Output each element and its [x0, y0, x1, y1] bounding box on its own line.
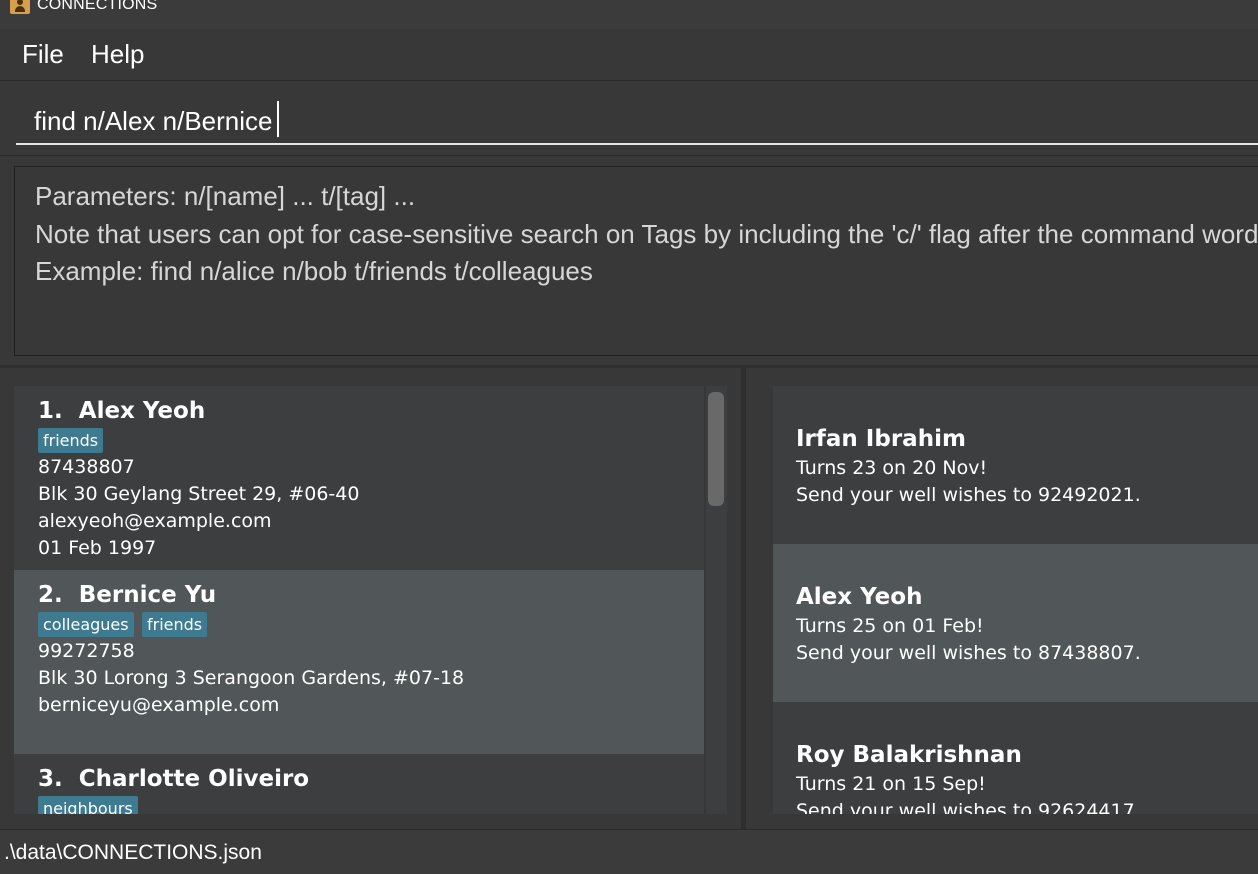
birthday-turns: Turns 21 on 15 Sep! [796, 773, 986, 795]
person-card[interactable]: 1. Alex Yeoh friends 87438807 Blk 30 Gey… [14, 386, 704, 570]
person-email: berniceyu@example.com [38, 694, 280, 716]
person-address: Blk 30 Geylang Street 29, #06-40 [38, 483, 360, 505]
menu-file[interactable]: File [22, 39, 64, 70]
birthday-turns: Turns 25 on 01 Feb! [796, 615, 984, 637]
birthday-name: Alex Yeoh [796, 584, 923, 610]
birthday-wish: Send your well wishes to 92624417. [796, 800, 1141, 814]
person-card[interactable]: 3. Charlotte Oliveiro neighbours [14, 754, 704, 814]
birthday-card[interactable]: Roy Balakrishnan Turns 21 on 15 Sep! Sen… [773, 702, 1258, 814]
person-address: Blk 30 Lorong 3 Serangoon Gardens, #07-1… [38, 667, 465, 689]
birthday-name: Roy Balakrishnan [796, 742, 1022, 768]
tag-badge: neighbours [38, 796, 138, 814]
person-phone: 99272758 [38, 640, 135, 662]
tag-badge: colleagues [38, 612, 134, 637]
contact-book-icon [10, 0, 30, 14]
command-box [0, 81, 1258, 156]
tag-badge: friends [142, 612, 208, 637]
result-line: Parameters: n/[name] ... t/[tag] ... [35, 181, 416, 211]
result-display: Parameters: n/[name] ... t/[tag] ... Not… [14, 166, 1258, 356]
status-bar: .\data\CONNECTIONS.json [0, 829, 1258, 874]
person-list[interactable]: 1. Alex Yeoh friends 87438807 Blk 30 Gey… [14, 386, 704, 814]
person-phone: 87438807 [38, 456, 135, 478]
birthday-wish: Send your well wishes to 87438807. [796, 642, 1141, 664]
result-line: Note that users can opt for case-sensiti… [35, 219, 1258, 249]
text-caret [277, 101, 279, 137]
birthday-reminder-list[interactable]: Irfan Ibrahim Turns 23 on 20 Nov! Send y… [773, 386, 1258, 814]
panel-separator [0, 365, 1258, 368]
person-card[interactable]: 2. Bernice Yu colleagues friends 9927275… [14, 570, 704, 754]
result-line: Example: find n/alice n/bob t/friends t/… [35, 256, 593, 286]
title-bar: CONNECTIONS [0, 0, 1258, 29]
birthday-card[interactable]: Alex Yeoh Turns 25 on 01 Feb! Send your … [773, 544, 1258, 702]
birthday-name: Irfan Ibrahim [796, 426, 966, 452]
birthday-card[interactable]: Irfan Ibrahim Turns 23 on 20 Nov! Send y… [773, 386, 1258, 544]
split-divider[interactable] [741, 368, 746, 830]
person-name: 2. Bernice Yu [38, 582, 217, 608]
window-title: CONNECTIONS [37, 0, 158, 13]
birthday-turns: Turns 23 on 20 Nov! [796, 457, 988, 479]
person-birthday: 01 Feb 1997 [38, 537, 157, 559]
menu-bar: File Help [0, 29, 1258, 81]
person-name: 1. Alex Yeoh [38, 398, 206, 424]
tag-badge: friends [38, 428, 104, 453]
person-name: 3. Charlotte Oliveiro [38, 766, 310, 792]
list-scrollbar-thumb[interactable] [708, 392, 724, 506]
menu-help[interactable]: Help [91, 39, 144, 70]
save-location: .\data\CONNECTIONS.json [4, 841, 262, 864]
person-email: alexyeoh@example.com [38, 510, 272, 532]
command-input[interactable] [16, 99, 1258, 145]
birthday-wish: Send your well wishes to 92492021. [796, 484, 1141, 506]
